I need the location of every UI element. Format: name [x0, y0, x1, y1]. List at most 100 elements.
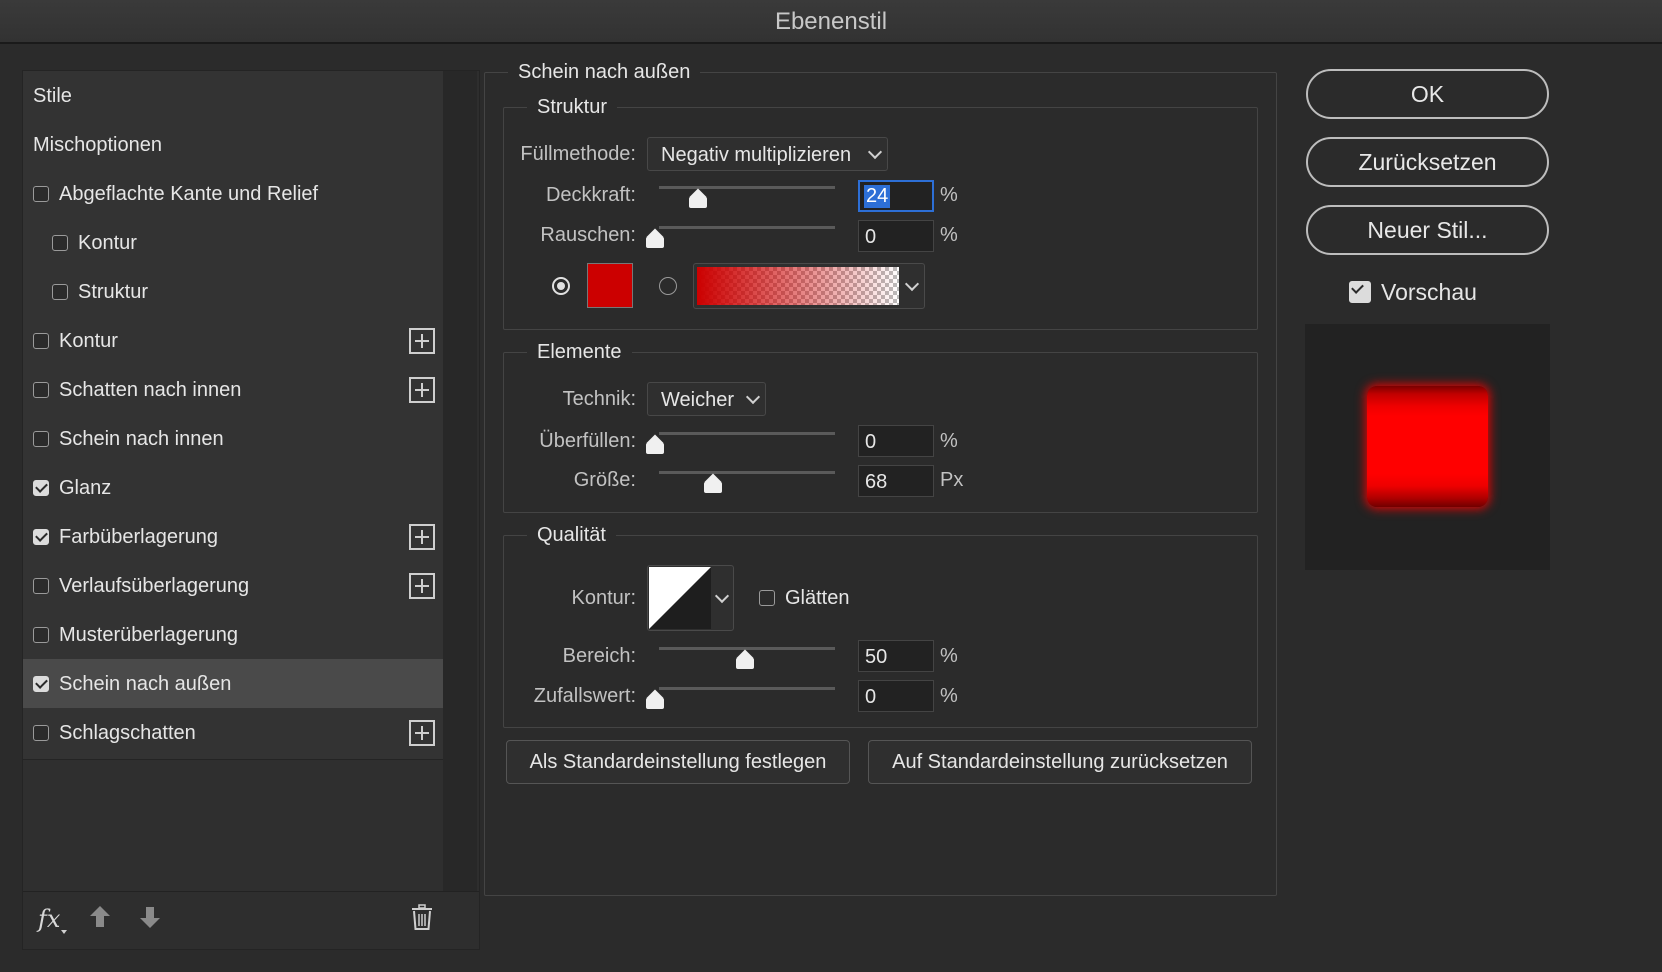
style-item-label: Schlagschatten: [59, 722, 196, 744]
quality-title: Qualität: [527, 524, 616, 547]
style-item-label: Abgeflachte Kante und Relief: [59, 183, 319, 205]
preview-area: [1305, 324, 1550, 570]
noise-unit: %: [940, 224, 958, 246]
styles-list: Stile Mischoptionen Abgeflachte Kante und …: [23, 71, 443, 891]
technique-dropdown[interactable]: Weicher: [647, 382, 766, 416]
size-slider-thumb[interactable]: [704, 475, 724, 493]
antialias-checkbox[interactable]: [759, 590, 775, 606]
style-item-label: Verlaufsüberlagerung: [59, 575, 250, 597]
style-item[interactable]: Mischoptionen: [23, 120, 443, 172]
move-up-arrow-icon[interactable]: [89, 905, 111, 929]
add-instance-icon[interactable]: [409, 573, 435, 599]
style-item-checkbox[interactable]: [33, 480, 49, 496]
style-item[interactable]: Musterüberlagerung: [23, 610, 443, 662]
style-item[interactable]: Schlagschatten: [23, 708, 443, 760]
ok-button[interactable]: OK: [1306, 69, 1549, 119]
noise-slider-thumb[interactable]: [646, 230, 666, 248]
spread-value: 0: [865, 431, 877, 453]
style-item[interactable]: Verlaufsüberlagerung: [23, 561, 443, 613]
fx-button[interactable]: fx: [38, 905, 60, 933]
jitter-slider-thumb[interactable]: [646, 691, 666, 709]
panel-title: Schein nach außen: [508, 61, 701, 84]
style-item-checkbox[interactable]: [33, 529, 49, 545]
noise-value: 0: [865, 226, 877, 248]
add-instance-icon[interactable]: [409, 377, 435, 403]
opacity-input[interactable]: 24: [858, 180, 934, 212]
spread-slider-thumb[interactable]: [646, 436, 666, 454]
opacity-label: Deckkraft:: [545, 184, 636, 206]
chevron-down-icon: [714, 588, 730, 604]
trash-icon[interactable]: [411, 904, 433, 930]
preview-thumbnail: [1367, 386, 1488, 507]
window-title: Ebenenstil: [774, 8, 888, 35]
range-slider-track[interactable]: [659, 647, 835, 650]
make-default-button[interactable]: Als Standardeinstellung festlegen: [506, 740, 850, 784]
style-item[interactable]: Schatten nach innen: [23, 365, 443, 417]
gradient-dropdown[interactable]: [693, 263, 925, 309]
style-item-checkbox[interactable]: [33, 186, 49, 202]
style-item-checkbox[interactable]: [33, 676, 49, 692]
style-item-checkbox[interactable]: [33, 627, 49, 643]
style-item-checkbox[interactable]: [33, 431, 49, 447]
opacity-slider-track[interactable]: [659, 186, 835, 189]
range-input[interactable]: 50: [858, 640, 934, 672]
add-instance-icon[interactable]: [409, 720, 435, 746]
blend-mode-dropdown[interactable]: Negativ multiplizieren: [647, 137, 888, 171]
size-slider-track[interactable]: [659, 471, 835, 474]
gradient-radio[interactable]: [659, 277, 677, 295]
add-instance-icon[interactable]: [409, 328, 435, 354]
style-item-label: Glanz: [59, 477, 112, 499]
move-down-arrow-icon[interactable]: [139, 905, 161, 929]
style-item[interactable]: Glanz: [23, 463, 443, 515]
spread-input[interactable]: 0: [858, 425, 934, 457]
glow-color-swatch[interactable]: [587, 263, 633, 308]
style-item[interactable]: Kontur: [23, 218, 443, 270]
jitter-slider-track[interactable]: [659, 687, 835, 690]
style-item[interactable]: Schein nach außen: [23, 659, 443, 711]
size-label: Größe:: [573, 469, 636, 491]
style-item-checkbox[interactable]: [33, 578, 49, 594]
style-item-checkbox[interactable]: [52, 235, 68, 251]
solid-color-radio[interactable]: [552, 277, 570, 295]
contour-picker[interactable]: [647, 565, 734, 631]
antialias-label: Glätten: [785, 587, 850, 609]
gradient-preview: [697, 267, 899, 305]
noise-input[interactable]: 0: [858, 220, 934, 252]
spread-label: Überfüllen:: [539, 430, 636, 452]
noise-slider-track[interactable]: [659, 226, 835, 229]
opacity-slider-thumb[interactable]: [689, 190, 709, 208]
size-value: 68: [865, 471, 888, 493]
style-item[interactable]: Farbüberlagerung: [23, 512, 443, 564]
style-item[interactable]: Abgeflachte Kante und Relief: [23, 169, 443, 221]
jitter-input[interactable]: 0: [858, 680, 934, 712]
style-item-label: Farbüberlagerung: [59, 526, 218, 548]
style-item-label: Schein nach außen: [59, 673, 232, 695]
style-item-checkbox[interactable]: [33, 333, 49, 349]
style-item[interactable]: Schein nach innen: [23, 414, 443, 466]
add-instance-icon[interactable]: [409, 524, 435, 550]
range-slider-thumb[interactable]: [736, 651, 756, 669]
style-item-checkbox[interactable]: [33, 382, 49, 398]
size-input[interactable]: 68: [858, 465, 934, 497]
spread-slider-track[interactable]: [659, 432, 835, 435]
jitter-label: Zufallswert:: [533, 685, 636, 707]
style-item-label: Kontur: [78, 232, 137, 254]
noise-label: Rauschen:: [540, 224, 636, 246]
styles-list-scrollbar[interactable]: [443, 71, 477, 891]
reset-button[interactable]: Zurücksetzen: [1306, 137, 1549, 187]
style-item-label: Mischoptionen: [33, 134, 162, 156]
size-unit: Px: [940, 469, 964, 491]
style-item-checkbox[interactable]: [33, 725, 49, 741]
reset-default-button[interactable]: Auf Standardeinstellung zurücksetzen: [868, 740, 1252, 784]
range-value: 50: [865, 646, 888, 668]
fx-dropdown-icon: [61, 930, 67, 934]
style-item[interactable]: Stile: [23, 71, 443, 123]
style-item-checkbox[interactable]: [52, 284, 68, 300]
preview-checkbox[interactable]: [1349, 281, 1371, 303]
chevron-down-icon: [745, 389, 761, 405]
style-item[interactable]: Kontur: [23, 316, 443, 368]
chevron-down-icon: [867, 144, 883, 160]
range-label: Bereich:: [562, 645, 636, 667]
new-style-button[interactable]: Neuer Stil...: [1306, 205, 1549, 255]
style-item[interactable]: Struktur: [23, 267, 443, 319]
